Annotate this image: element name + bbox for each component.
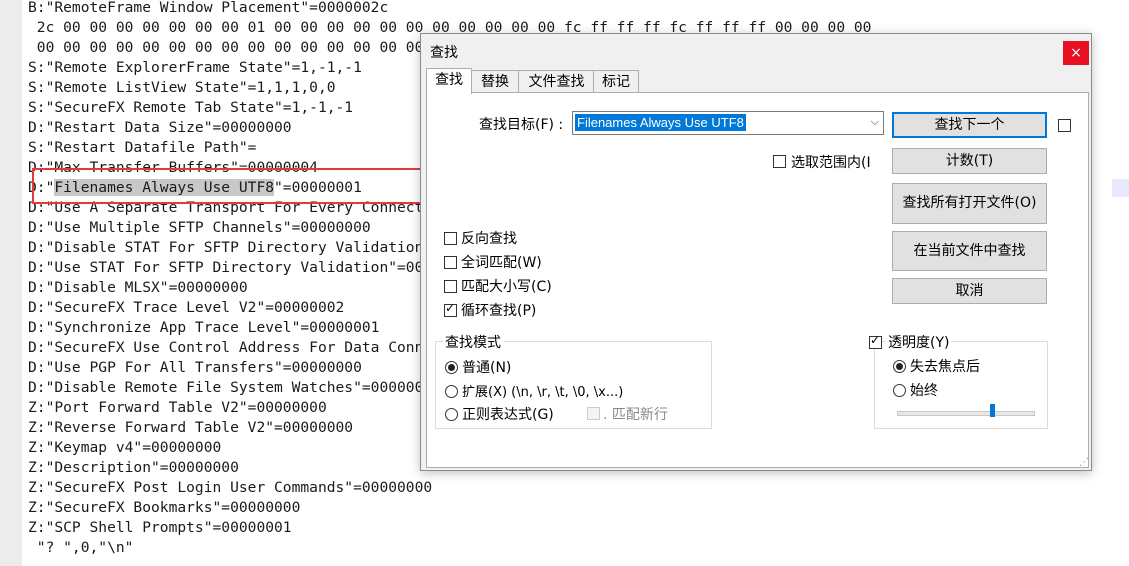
mode-normal-radio[interactable] xyxy=(445,361,458,374)
transparency-slider[interactable] xyxy=(897,411,1035,416)
wrap-label: 循环查找(P) xyxy=(461,303,537,319)
search-mode-title: 查找模式 xyxy=(443,332,503,352)
find-in-current-button[interactable]: 在当前文件中查找 xyxy=(892,231,1047,271)
mode-regex-radio[interactable] xyxy=(445,408,458,421)
match-case-checkbox[interactable] xyxy=(444,280,457,293)
find-dialog: 查找 × 查找 替换 文件查找 标记 查找目标(F) : Filenames A… xyxy=(420,33,1092,471)
find-next-button[interactable]: 查找下一个 xyxy=(892,112,1047,138)
whole-word-checkbox[interactable] xyxy=(444,256,457,269)
find-next-checkbox[interactable] xyxy=(1058,119,1071,132)
find-input-value: Filenames Always Use UTF8 xyxy=(575,114,746,131)
match-case-label: 匹配大小写(C) xyxy=(461,279,552,295)
dot-newline-checkbox[interactable] xyxy=(587,407,600,420)
tab-mark[interactable]: 标记 xyxy=(593,70,639,93)
mode-regex-label: 正则表达式(G) xyxy=(462,407,554,423)
find-label: 查找目标(F) : xyxy=(479,117,564,133)
editor-line: D:"Use PGP For All Transfers"=00000000 xyxy=(28,359,362,376)
editor-line: Z:"SCP Shell Prompts"=00000001 xyxy=(28,519,292,536)
count-button[interactable]: 计数(T) xyxy=(892,148,1047,174)
editor-line: S:"Remote ListView State"=1,1,1,0,0 xyxy=(28,79,336,96)
editor-line: Z:"Reverse Forward Table V2"=00000000 xyxy=(28,419,354,436)
editor-line: S:"Restart Datafile Path"= xyxy=(28,139,257,156)
always-radio[interactable] xyxy=(893,384,906,397)
backward-checkbox[interactable] xyxy=(444,232,457,245)
dot-newline-label: . 匹配新行 xyxy=(603,407,668,423)
wrap-checkbox[interactable] xyxy=(444,301,457,317)
cancel-button[interactable]: 取消 xyxy=(892,278,1047,304)
transparency-slider-thumb[interactable] xyxy=(990,404,995,417)
backward-label: 反向查找 xyxy=(461,231,517,247)
editor-line: S:"SecureFX Remote Tab State"=1,-1,-1 xyxy=(28,99,354,116)
editor-line: Z:"Port Forward Table V2"=00000000 xyxy=(28,399,327,416)
editor-line: S:"Remote ExplorerFrame State"=1,-1,-1 xyxy=(28,59,362,76)
tab-replace[interactable]: 替换 xyxy=(470,70,520,93)
editor-line: D:"Synchronize App Trace Level"=00000001 xyxy=(28,319,380,336)
editor-line: Z:"SecureFX Post Login User Commands"=00… xyxy=(28,479,433,496)
close-button[interactable]: × xyxy=(1063,41,1089,65)
mode-normal-label: 普通(N) xyxy=(462,360,512,376)
in-selection-checkbox[interactable] xyxy=(773,155,786,168)
editor-line: "? ",0,"\n" xyxy=(28,539,134,556)
tab-find[interactable]: 查找 xyxy=(426,68,472,94)
always-label: 始终 xyxy=(910,383,938,399)
find-all-open-button[interactable]: 查找所有打开文件(O) xyxy=(892,183,1047,224)
editor-line: D:"Disable MLSX"=00000000 xyxy=(28,279,248,296)
transparency-label: 透明度(Y) xyxy=(886,332,952,352)
editor-line: D:"Use Multiple SFTP Channels"=00000000 xyxy=(28,219,371,236)
find-panel: 查找目标(F) : Filenames Always Use UTF8 ⌵ 查找… xyxy=(426,92,1089,468)
on-lose-focus-radio[interactable] xyxy=(893,360,906,373)
editor-line: D:"Restart Data Size"=00000000 xyxy=(28,119,292,136)
editor-line: D:"Disable Remote File System Watches"=0… xyxy=(28,379,441,396)
whole-word-label: 全词匹配(W) xyxy=(461,255,542,271)
editor-line: Z:"Keymap v4"=00000000 xyxy=(28,439,222,456)
editor-line: Z:"SecureFX Bookmarks"=00000000 xyxy=(28,499,301,516)
red-annotation-box xyxy=(32,168,442,204)
dialog-title: 查找 xyxy=(430,45,458,61)
tab-find-in-files[interactable]: 文件查找 xyxy=(518,70,595,93)
resize-grip-icon[interactable]: ⋰ xyxy=(1079,457,1089,468)
transparency-checkbox[interactable] xyxy=(869,333,882,349)
chevron-down-icon[interactable]: ⌵ xyxy=(871,115,879,129)
line-gutter xyxy=(0,0,22,566)
editor-line: D:"Use STAT For SFTP Directory Validatio… xyxy=(28,259,477,276)
on-lose-focus-label: 失去焦点后 xyxy=(910,359,980,375)
editor-line: D:"SecureFX Trace Level V2"=00000002 xyxy=(28,299,345,316)
mode-extended-radio[interactable] xyxy=(445,385,458,398)
editor-line: Z:"Description"=00000000 xyxy=(28,459,239,476)
find-input[interactable]: Filenames Always Use UTF8 ⌵ xyxy=(572,111,884,135)
in-selection-label: 选取范围内(I xyxy=(791,155,871,171)
editor-line: B:"RemoteFrame Window Placement"=0000002… xyxy=(28,0,389,16)
mode-extended-label: 扩展(X) (\n, \r, \t, \0, \x...) xyxy=(462,385,624,400)
current-line-highlight xyxy=(1112,179,1129,197)
